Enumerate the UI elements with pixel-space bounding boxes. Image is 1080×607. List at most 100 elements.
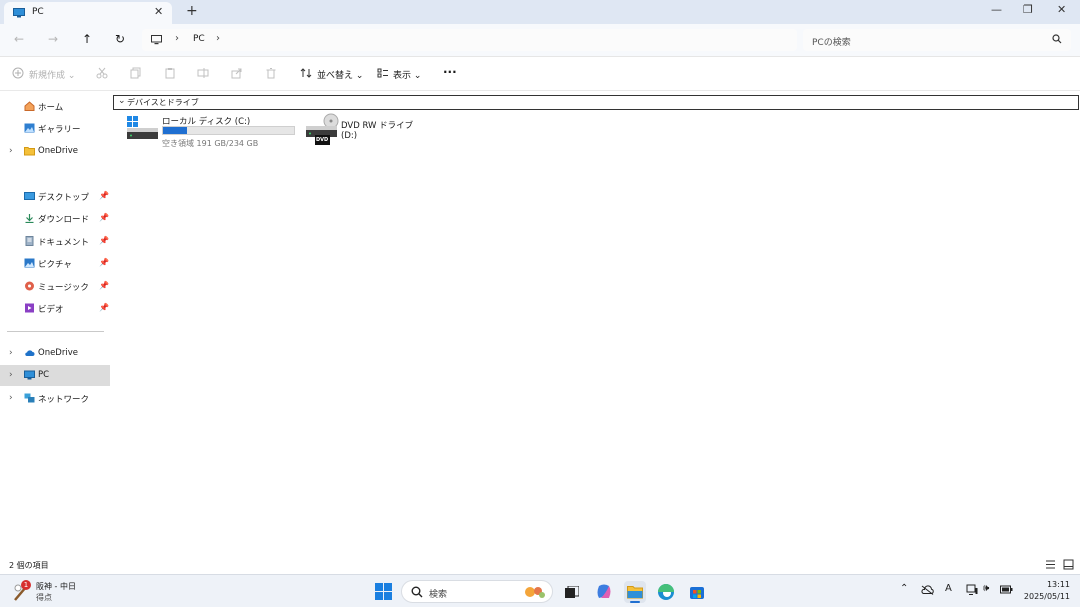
sidebar-item-pc[interactable]: › PC: [0, 365, 110, 386]
expand-chevron-icon[interactable]: ›: [9, 146, 13, 156]
drive-item-local-disk[interactable]: ローカル ディスク (C:) 空き領域 191 GB/234 GB: [124, 113, 299, 153]
edge-button[interactable]: [655, 581, 677, 603]
sidebar-item-desktop[interactable]: デスクトップ 📌: [0, 186, 110, 207]
sidebar-item-network[interactable]: › ネットワーク: [0, 388, 110, 409]
search-box[interactable]: PCの検索: [803, 29, 1071, 51]
breadcrumb-pc[interactable]: PC: [193, 34, 205, 44]
drive-name: DVD RW ドライブ (D:): [341, 121, 414, 141]
view-button[interactable]: 表示 ⌄: [393, 68, 421, 81]
copilot-button[interactable]: [593, 581, 615, 603]
sidebar-item-onedrive[interactable]: › OneDrive: [0, 343, 110, 364]
monitor-icon: [13, 8, 25, 18]
pin-icon[interactable]: 📌: [99, 236, 109, 245]
forward-button[interactable]: →: [48, 32, 58, 46]
onedrive-tray-icon[interactable]: [921, 585, 934, 595]
network-icon: [24, 393, 35, 403]
gallery-icon: [24, 123, 35, 133]
taskbar-search[interactable]: 検索: [401, 580, 553, 603]
new-tab-button[interactable]: +: [186, 3, 198, 19]
ime-icon[interactable]: A: [945, 583, 952, 594]
widget-subtitle: 得点: [36, 593, 52, 602]
sort-button[interactable]: 並べ替え ⌄: [317, 68, 363, 81]
minimize-button[interactable]: —: [991, 3, 1002, 16]
task-view-icon: [565, 586, 579, 598]
paste-icon[interactable]: [164, 67, 176, 79]
cut-icon[interactable]: [96, 67, 108, 79]
pictures-icon: [24, 258, 35, 268]
store-icon: [690, 587, 704, 599]
file-explorer-button[interactable]: [624, 581, 646, 603]
sidebar-item-music[interactable]: ミュージック 📌: [0, 276, 110, 297]
status-bar: 2 個の項目: [0, 557, 1080, 573]
task-view-button[interactable]: [561, 581, 583, 603]
store-button[interactable]: [686, 581, 708, 603]
monitor-icon: [151, 35, 162, 45]
breadcrumb-separator[interactable]: ›: [175, 33, 179, 44]
group-header-devices[interactable]: ⌄ デバイスとドライブ: [113, 95, 1079, 110]
clock-time: 13:11: [1046, 580, 1070, 589]
copy-icon[interactable]: [130, 67, 142, 79]
new-icon: [12, 67, 24, 79]
share-icon[interactable]: [231, 67, 243, 79]
volume-icon[interactable]: 🕪: [983, 583, 989, 594]
widget-title: 阪神 - 中日: [36, 582, 76, 591]
sidebar-item-pictures[interactable]: ピクチャ 📌: [0, 253, 110, 274]
tiles-view-icon[interactable]: [1063, 559, 1074, 570]
widgets-button[interactable]: 1 阪神 - 中日 得点: [10, 579, 100, 605]
up-button[interactable]: ↑: [82, 32, 92, 46]
music-icon: [25, 281, 34, 291]
title-bar: PC ✕ + — ❐ ✕: [0, 0, 1080, 24]
sort-icon: [300, 68, 312, 78]
search-icon: [411, 586, 423, 598]
sidebar-item-downloads[interactable]: ダウンロード 📌: [0, 208, 110, 229]
pin-icon[interactable]: 📌: [99, 191, 109, 200]
capacity-bar-fill: [163, 127, 187, 134]
delete-icon[interactable]: [265, 67, 277, 79]
pin-icon[interactable]: 📌: [99, 281, 109, 290]
command-bar: 新規作成 ⌄ 並べ替え ⌄ 表示 ⌄ ···: [0, 58, 1080, 91]
more-options-button[interactable]: ···: [443, 65, 457, 79]
rename-icon[interactable]: [197, 67, 209, 79]
new-button[interactable]: 新規作成 ⌄: [29, 68, 75, 81]
notification-badge: 1: [21, 580, 31, 590]
dvd-badge: DVD: [316, 137, 329, 143]
address-bar[interactable]: › PC ›: [142, 29, 797, 51]
details-view-icon[interactable]: [1045, 559, 1056, 570]
search-input[interactable]: PCの検索: [812, 35, 851, 48]
start-button[interactable]: [375, 583, 392, 600]
collapse-chevron-icon[interactable]: ⌄: [118, 96, 126, 106]
sidebar-item-gallery[interactable]: ギャラリー: [0, 118, 110, 139]
show-hidden-icons-button[interactable]: ⌃: [900, 583, 908, 594]
sidebar-item-videos[interactable]: ビデオ 📌: [0, 298, 110, 319]
expand-chevron-icon[interactable]: ›: [9, 393, 13, 403]
taskbar-search-input[interactable]: 検索: [429, 587, 447, 600]
refresh-button[interactable]: ↻: [115, 32, 125, 46]
expand-chevron-icon[interactable]: ›: [9, 370, 13, 380]
edge-icon: [658, 584, 674, 600]
sidebar-item-home[interactable]: ホーム: [0, 96, 110, 117]
close-button[interactable]: ✕: [1057, 3, 1066, 16]
navigation-bar: ← → ↑ ↻ › PC › PCの検索: [0, 24, 1080, 57]
pin-icon[interactable]: 📌: [99, 258, 109, 267]
folder-icon: [627, 586, 643, 599]
pc-icon: [24, 370, 35, 380]
tab-pc[interactable]: PC ✕: [4, 2, 172, 24]
display-icon[interactable]: [966, 584, 978, 596]
back-button[interactable]: ←: [14, 32, 24, 46]
battery-icon[interactable]: [1000, 585, 1013, 594]
pin-icon[interactable]: 📌: [99, 213, 109, 222]
breadcrumb-separator[interactable]: ›: [216, 33, 220, 44]
sidebar-item-documents[interactable]: ドキュメント 📌: [0, 231, 110, 252]
pin-icon[interactable]: 📌: [99, 303, 109, 312]
maximize-button[interactable]: ❐: [1023, 3, 1033, 16]
drive-item-dvd[interactable]: DVD DVD RW ドライブ (D:): [304, 113, 424, 153]
tab-close-button[interactable]: ✕: [154, 5, 163, 18]
sidebar-item-onedrive-personal[interactable]: › OneDrive: [0, 141, 110, 162]
sidebar-divider: [7, 331, 104, 332]
desktop-icon: [24, 192, 35, 200]
expand-chevron-icon[interactable]: ›: [9, 348, 13, 358]
tab-title: PC: [32, 7, 44, 17]
item-count: 2 個の項目: [9, 561, 49, 570]
clock[interactable]: 13:11 2025/05/11: [1018, 579, 1070, 603]
copilot-icon: [597, 584, 611, 598]
